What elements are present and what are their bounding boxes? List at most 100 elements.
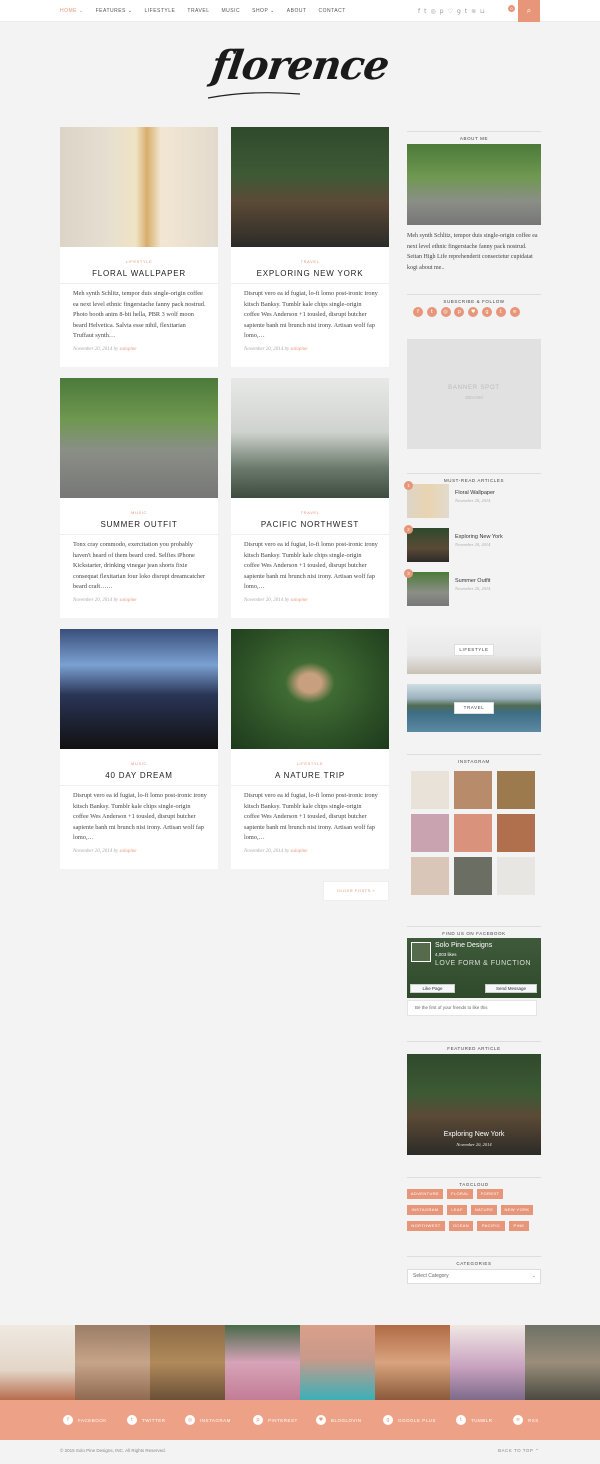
instagram-photo[interactable] bbox=[300, 1325, 375, 1400]
twitter-icon[interactable]: t bbox=[424, 8, 426, 15]
rss-icon[interactable]: ≋ bbox=[509, 307, 520, 317]
categories-select[interactable]: Select Category ⌄ bbox=[407, 1269, 541, 1284]
post-image[interactable] bbox=[60, 127, 218, 247]
tumblr-icon[interactable]: t bbox=[495, 307, 506, 317]
post-author[interactable]: solopine bbox=[291, 849, 308, 854]
category-box-label[interactable]: LIFESTYLE bbox=[454, 644, 494, 656]
footer-social-link[interactable]: g GOOGLE PLUS bbox=[383, 1415, 436, 1425]
footer-social-link[interactable]: ◎ INSTAGRAM bbox=[185, 1415, 231, 1425]
rss-icon[interactable]: ≋ bbox=[471, 8, 476, 15]
nav-item-about[interactable]: ABOUT bbox=[287, 8, 307, 14]
facebook-icon[interactable]: f bbox=[418, 8, 420, 15]
post-card[interactable]: LIFESTYLE FLORAL WALLPAPER Meh synth Sch… bbox=[60, 127, 218, 367]
instagram-photo[interactable] bbox=[0, 1325, 75, 1400]
footer-social-link[interactable]: f FACEBOOK bbox=[63, 1415, 107, 1425]
instagram-photo[interactable] bbox=[450, 1325, 525, 1400]
instagram-photo[interactable] bbox=[497, 814, 535, 852]
category-box-lifestyle[interactable]: LIFESTYLE bbox=[407, 626, 541, 674]
must-read-thumbnail[interactable] bbox=[407, 572, 449, 606]
post-title[interactable]: EXPLORING NEW YORK bbox=[231, 269, 389, 278]
footer-social-link[interactable]: t TUMBLR bbox=[456, 1415, 493, 1425]
back-to-top-link[interactable]: BACK TO TOP ⌃ bbox=[498, 1448, 539, 1454]
google-plus-icon[interactable]: g bbox=[481, 307, 492, 317]
nav-item-travel[interactable]: TRAVEL bbox=[187, 8, 209, 14]
instagram-photo[interactable] bbox=[411, 857, 449, 895]
post-category[interactable]: LIFESTYLE bbox=[60, 259, 218, 264]
tumblr-icon[interactable]: t bbox=[465, 8, 467, 15]
instagram-photo[interactable] bbox=[525, 1325, 600, 1400]
facebook-icon[interactable]: f bbox=[413, 307, 423, 317]
site-logo[interactable]: florence bbox=[190, 42, 410, 108]
post-author[interactable]: solopine bbox=[120, 598, 137, 603]
post-author[interactable]: solopine bbox=[291, 347, 308, 352]
tag[interactable]: NEW YORK bbox=[501, 1205, 533, 1215]
cart-icon[interactable]: ⊔ bbox=[480, 8, 485, 15]
must-read-thumbnail[interactable] bbox=[407, 528, 449, 562]
send-message-button[interactable]: Send Message bbox=[485, 984, 537, 993]
post-card[interactable]: TRAVEL PACIFIC NORTHWEST Disrupt vero ea… bbox=[231, 378, 389, 618]
tag[interactable]: INSTAGRAM bbox=[407, 1205, 443, 1215]
post-title[interactable]: PACIFIC NORTHWEST bbox=[231, 520, 389, 529]
pinterest-icon[interactable]: p bbox=[440, 8, 444, 15]
post-title[interactable]: A NATURE TRIP bbox=[231, 771, 389, 780]
instagram-photo[interactable] bbox=[75, 1325, 150, 1400]
tag[interactable]: PINK bbox=[509, 1221, 529, 1231]
footer-social-link[interactable]: p PINTEREST bbox=[253, 1415, 298, 1425]
must-read-item[interactable]: 2 Exploring New York November 20, 2014 bbox=[404, 525, 541, 562]
post-author[interactable]: solopine bbox=[120, 347, 137, 352]
post-image[interactable] bbox=[231, 127, 389, 247]
tag[interactable]: OCEAN bbox=[449, 1221, 473, 1231]
post-card[interactable]: TRAVEL EXPLORING NEW YORK Disrupt vero e… bbox=[231, 127, 389, 367]
tag[interactable]: LEAF bbox=[447, 1205, 467, 1215]
tag[interactable]: FLORAL bbox=[447, 1189, 473, 1199]
post-author[interactable]: solopine bbox=[291, 598, 308, 603]
post-image[interactable] bbox=[60, 629, 218, 749]
older-posts-button[interactable]: OLDER POSTS » bbox=[323, 881, 389, 901]
post-title[interactable]: 40 DAY DREAM bbox=[60, 771, 218, 780]
nav-item-contact[interactable]: CONTACT bbox=[319, 8, 346, 14]
post-image[interactable] bbox=[231, 629, 389, 749]
featured-title[interactable]: Exploring New York bbox=[407, 1131, 541, 1138]
instagram-photo[interactable] bbox=[454, 857, 492, 895]
category-box-travel[interactable]: TRAVEL bbox=[407, 684, 541, 732]
post-category[interactable]: MUSIC bbox=[60, 761, 218, 766]
nav-item-shop[interactable]: SHOP ⌄ bbox=[252, 8, 275, 14]
post-image[interactable] bbox=[231, 378, 389, 498]
footer-social-link[interactable]: ♥ BLOGLOVIN bbox=[316, 1415, 362, 1425]
tag[interactable]: FOREST bbox=[477, 1189, 503, 1199]
twitter-icon[interactable]: t bbox=[426, 307, 437, 317]
instagram-photo[interactable] bbox=[375, 1325, 450, 1400]
instagram-photo[interactable] bbox=[411, 814, 449, 852]
tag[interactable]: PACIFIC bbox=[477, 1221, 505, 1231]
instagram-photo[interactable] bbox=[150, 1325, 225, 1400]
like-page-button[interactable]: Like Page bbox=[410, 984, 455, 993]
post-category[interactable]: TRAVEL bbox=[231, 259, 389, 264]
facebook-page-name[interactable]: Solo Pine Designs bbox=[435, 942, 492, 949]
nav-item-features[interactable]: FEATURES ⌄ bbox=[96, 8, 133, 14]
tag[interactable]: NORTHWEST bbox=[407, 1221, 445, 1231]
instagram-photo[interactable] bbox=[497, 771, 535, 809]
must-read-title[interactable]: Summer Outfit bbox=[455, 578, 490, 584]
must-read-item[interactable]: 1 Floral Wallpaper November 20, 2014 bbox=[404, 481, 541, 518]
category-box-label[interactable]: TRAVEL bbox=[454, 702, 494, 714]
post-author[interactable]: solopine bbox=[120, 849, 137, 854]
bloglovin-icon[interactable]: ♥ bbox=[468, 307, 479, 317]
must-read-item[interactable]: 3 Summer Outfit November 20, 2014 bbox=[404, 569, 541, 606]
featured-article[interactable]: Exploring New York November 20, 2014 bbox=[407, 1054, 541, 1155]
banner-ad-spot[interactable]: BANNER SPOT 300×250 bbox=[407, 339, 541, 449]
instagram-photo[interactable] bbox=[454, 771, 492, 809]
footer-social-link[interactable]: t TWITTER bbox=[127, 1415, 166, 1425]
instagram-icon[interactable]: ◎ bbox=[440, 307, 451, 317]
nav-item-lifestyle[interactable]: LIFESTYLE bbox=[144, 8, 175, 14]
post-category[interactable]: MUSIC bbox=[60, 510, 218, 515]
heart-icon[interactable]: ♡ bbox=[448, 8, 453, 15]
nav-item-home[interactable]: HOME ⌄ bbox=[60, 8, 84, 14]
post-category[interactable]: TRAVEL bbox=[231, 510, 389, 515]
post-category[interactable]: LIFESTYLE bbox=[231, 761, 389, 766]
post-title[interactable]: SUMMER OUTFIT bbox=[60, 520, 218, 529]
must-read-thumbnail[interactable] bbox=[407, 484, 449, 518]
search-icon[interactable]: ⌕ bbox=[518, 0, 540, 22]
must-read-title[interactable]: Floral Wallpaper bbox=[455, 490, 495, 496]
pinterest-icon[interactable]: p bbox=[454, 307, 465, 317]
tag[interactable]: NATURE bbox=[471, 1205, 497, 1215]
